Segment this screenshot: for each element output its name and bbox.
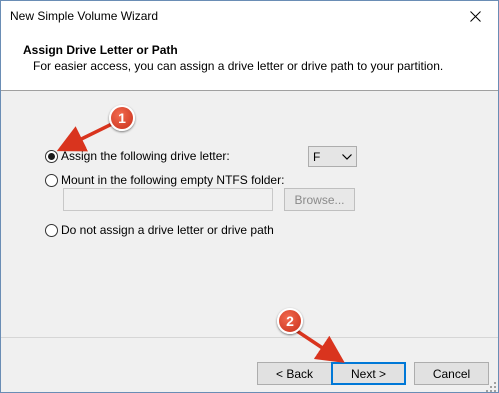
wizard-window: New Simple Volume Wizard Assign Drive Le… [0,0,499,393]
close-icon [470,11,481,22]
cancel-button[interactable]: Cancel [414,362,489,385]
option-no-letter[interactable]: Do not assign a drive letter or drive pa… [45,223,274,237]
chevron-down-icon [342,153,352,160]
page-subtitle: For easier access, you can assign a driv… [33,59,444,73]
drive-letter-value: F [313,149,321,164]
folder-path-input[interactable] [63,188,273,211]
step-2-badge: 2 [277,308,303,334]
no-letter-radio[interactable] [45,223,58,237]
assign-letter-label: Assign the following drive letter: [61,149,230,163]
window-title: New Simple Volume Wizard [10,9,159,23]
back-button[interactable]: < Back [257,362,332,385]
browse-button[interactable]: Browse... [284,188,355,211]
title-bar: New Simple Volume Wizard [1,1,498,32]
assign-letter-radio[interactable] [45,149,58,163]
step-1-badge: 1 [109,105,135,131]
mount-folder-label: Mount in the following empty NTFS folder… [61,173,285,187]
wizard-footer: < Back Next > Cancel [1,337,498,392]
wizard-content: Assign the following drive letter: F Mou… [1,92,498,337]
next-button[interactable]: Next > [331,362,406,385]
no-letter-label: Do not assign a drive letter or drive pa… [61,223,274,237]
option-mount-folder[interactable]: Mount in the following empty NTFS folder… [45,173,284,187]
page-title: Assign Drive Letter or Path [23,43,178,57]
resize-grip-icon[interactable] [486,382,496,392]
mount-folder-radio[interactable] [45,173,58,187]
option-assign-letter[interactable]: Assign the following drive letter: [45,149,230,163]
drive-letter-select[interactable]: F [308,146,357,167]
wizard-header: Assign Drive Letter or Path For easier a… [1,32,498,91]
close-button[interactable] [453,1,498,32]
